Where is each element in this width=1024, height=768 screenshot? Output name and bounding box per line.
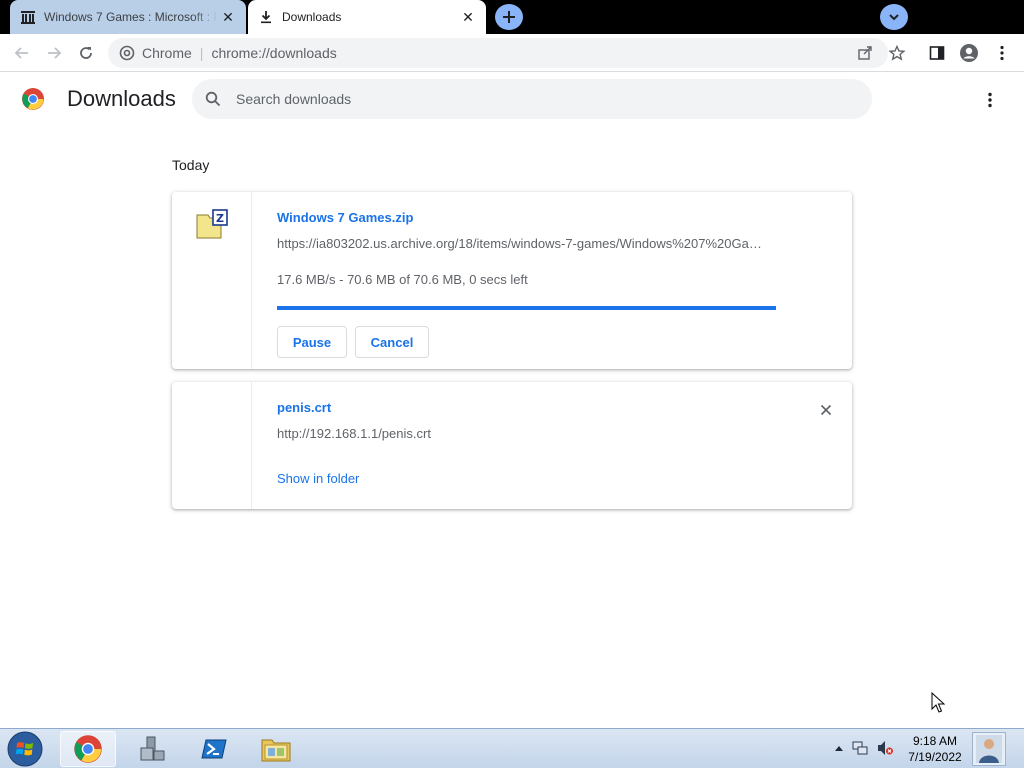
taskbar-file-explorer[interactable]: [248, 731, 304, 767]
folder-icon: [261, 739, 291, 762]
forward-button[interactable]: [41, 40, 67, 66]
reload-button[interactable]: [73, 40, 99, 66]
cancel-button[interactable]: Cancel: [355, 326, 429, 358]
pause-button[interactable]: Pause: [277, 326, 347, 358]
reload-icon: [80, 47, 92, 59]
taskbar-chrome[interactable]: [60, 731, 116, 767]
arrow-left-icon: [14, 47, 28, 59]
chrome-menu-button[interactable]: [989, 40, 1015, 66]
profile-button[interactable]: [956, 40, 982, 66]
tab-archive[interactable]: Windows 7 Games : Microsoft : Free Downl…: [10, 0, 246, 34]
zip-file-icon: Z: [196, 209, 228, 239]
close-icon: [820, 404, 832, 416]
windows-orb-icon: [7, 731, 43, 767]
tab-strip: Windows 7 Games : Microsoft : Free Downl…: [0, 0, 1024, 34]
server-manager-icon: [140, 736, 165, 761]
clock-time: 9:18 AM: [912, 734, 958, 748]
file-icon-column: [172, 382, 252, 509]
tray-overflow-icon[interactable]: [830, 739, 848, 757]
close-icon[interactable]: ✕: [218, 7, 238, 27]
back-button[interactable]: [9, 40, 35, 66]
chrome-site-icon: [118, 44, 136, 62]
site-chip: Chrome: [142, 45, 192, 61]
omnibox-separator: |: [199, 45, 204, 61]
show-in-folder-link[interactable]: Show in folder: [277, 471, 359, 486]
new-tab-button[interactable]: [495, 4, 523, 30]
tab-title: Downloads: [282, 10, 342, 24]
tab-title: Windows 7 Games : Microsoft : Free Downl…: [44, 10, 218, 24]
clock-date: 7/19/2022: [908, 750, 962, 764]
file-name-link[interactable]: penis.crt: [277, 400, 331, 415]
search-icon: [204, 90, 222, 108]
search-input[interactable]: [236, 91, 836, 107]
address-bar[interactable]: Chrome | chrome://downloads: [108, 38, 905, 68]
file-icon-column: Z: [172, 192, 252, 369]
user-account-button[interactable]: [972, 732, 1006, 766]
windows-taskbar: 9:18 AM 7/19/2022: [0, 728, 1024, 768]
arrow-right-icon: [48, 47, 62, 59]
svg-text:Z: Z: [216, 212, 224, 225]
start-button[interactable]: [4, 730, 46, 768]
volume-muted-icon[interactable]: [876, 739, 894, 757]
profile-icon: [960, 44, 978, 62]
side-panel-icon: [929, 46, 945, 60]
user-avatar-icon: [976, 735, 1002, 763]
download-progress-fill: [277, 306, 776, 310]
side-panel-button[interactable]: [924, 40, 950, 66]
download-icon: [258, 9, 274, 25]
downloads-header: Downloads: [0, 72, 1024, 128]
kebab-menu-icon: [1000, 45, 1004, 61]
network-icon[interactable]: [851, 739, 869, 757]
download-progress-bar: [277, 306, 776, 310]
taskbar-server-manager[interactable]: [124, 731, 180, 767]
url-text: chrome://downloads: [211, 45, 337, 61]
chrome-logo-icon: [74, 735, 102, 763]
mouse-cursor-icon: [931, 692, 945, 713]
chrome-logo-icon: [22, 88, 44, 110]
plus-icon: [503, 11, 515, 23]
download-item: penis.crt http://192.168.1.1/penis.crt S…: [172, 382, 852, 509]
downloads-menu-button[interactable]: [978, 88, 1002, 112]
chevron-down-icon: [889, 14, 899, 21]
share-icon[interactable]: [856, 44, 874, 62]
search-downloads-box[interactable]: [192, 79, 872, 119]
remove-download-button[interactable]: [816, 400, 836, 420]
browser-toolbar: Chrome | chrome://downloads: [0, 34, 1024, 72]
archive-icon: [20, 9, 36, 25]
close-icon[interactable]: ✕: [458, 7, 478, 27]
file-name-link[interactable]: Windows 7 Games.zip: [277, 210, 413, 225]
system-clock[interactable]: 9:18 AM 7/19/2022: [902, 733, 968, 765]
taskbar-powershell[interactable]: [186, 731, 242, 767]
bookmark-star-icon[interactable]: [888, 44, 906, 62]
date-group-label: Today: [172, 157, 210, 173]
file-url[interactable]: https://ia803202.us.archive.org/18/items…: [277, 236, 767, 251]
file-url[interactable]: http://192.168.1.1/penis.crt: [277, 426, 777, 441]
tab-downloads[interactable]: Downloads ✕: [248, 0, 486, 34]
kebab-menu-icon: [988, 92, 992, 108]
powershell-icon: [201, 739, 227, 759]
download-item: Z Windows 7 Games.zip https://ia803202.u…: [172, 192, 852, 369]
page-title: Downloads: [67, 86, 176, 111]
tab-search-button[interactable]: [880, 4, 908, 30]
download-status: 17.6 MB/s - 70.6 MB of 70.6 MB, 0 secs l…: [277, 272, 528, 287]
